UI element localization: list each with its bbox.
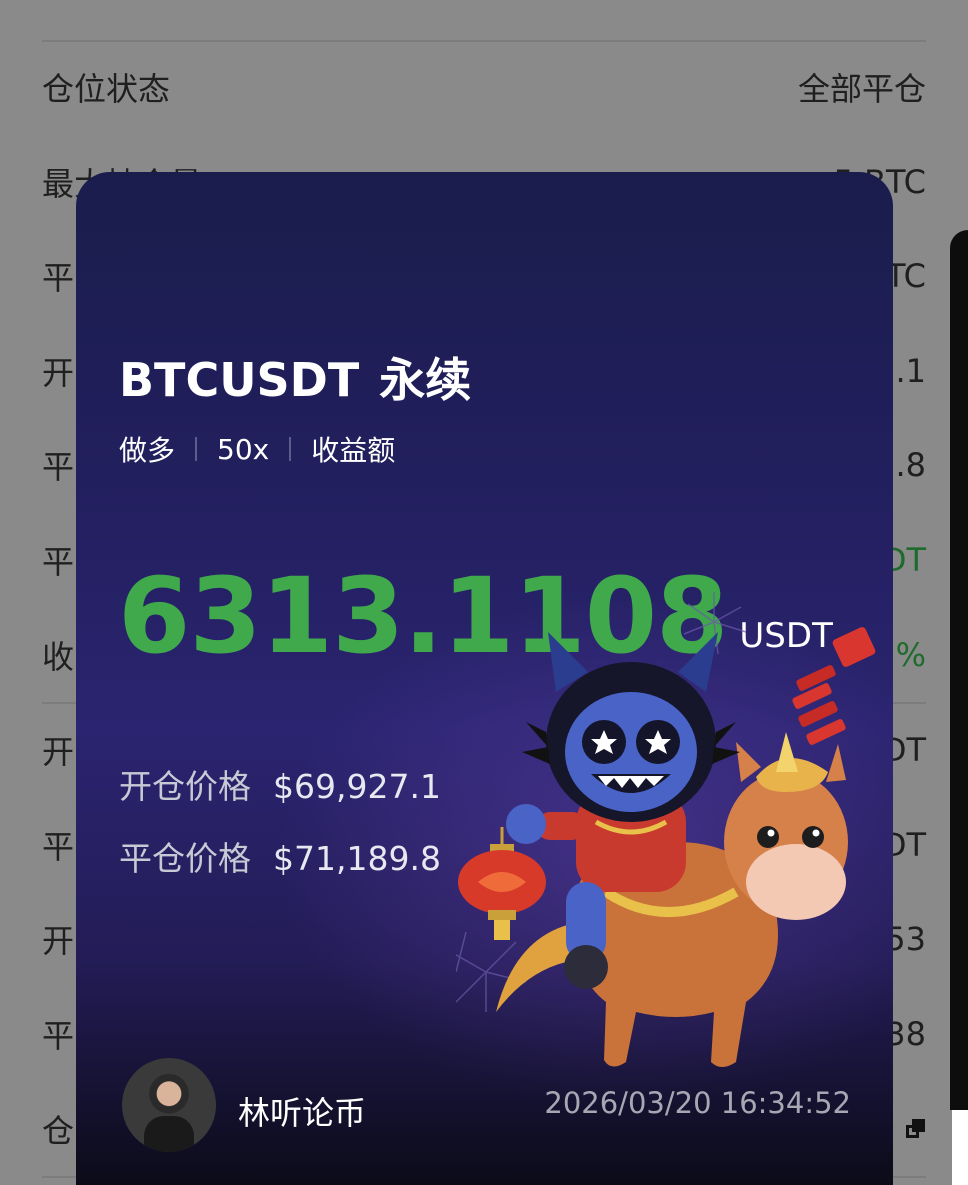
detail-label: 仓位状态 (42, 70, 171, 108)
pnl-share-card: BTCUSDT 永续 做多 50x 收益额 6313.1108 USDT 开仓价格… (76, 172, 893, 1185)
open-price-label: 开仓价格 (119, 767, 251, 806)
detail-value: .8 (895, 446, 926, 484)
close-price-row: 平仓价格 $71,189.8 (119, 832, 441, 880)
tag-separator (195, 437, 198, 461)
pair-symbol: BTCUSDT (119, 353, 360, 407)
detail-label: 平 (42, 259, 75, 297)
author-name: 林听论币 (238, 1094, 367, 1132)
tag-direction: 做多 (119, 434, 176, 467)
copy-icon[interactable] (906, 1119, 926, 1139)
divider (42, 40, 926, 42)
detail-value: % (895, 636, 926, 674)
detail-label: 平 (42, 828, 75, 866)
pair-title: BTCUSDT 永续 (119, 344, 471, 410)
tag-leverage: 50x (217, 432, 270, 466)
open-price-row: 开仓价格 $69,927.1 (119, 760, 441, 808)
tag-separator (289, 437, 292, 461)
detail-label: 收 (42, 638, 75, 676)
device-edge-highlight (952, 1110, 968, 1185)
contract-type: 永续 (379, 353, 472, 407)
detail-label: 开 (42, 354, 75, 392)
open-price-value: $69,927.1 (273, 767, 441, 806)
detail-value: 全部平仓 (797, 70, 926, 108)
lantern-icon (458, 827, 546, 940)
detail-label: 仓 (42, 1112, 75, 1150)
detail-label: 平 (42, 448, 75, 486)
tag-metric: 收益额 (311, 434, 396, 467)
detail-label: 平 (42, 543, 75, 581)
firecracker-icon (792, 627, 876, 745)
device-edge (950, 230, 968, 1110)
detail-label: 开 (42, 922, 75, 960)
avatar (122, 1058, 216, 1152)
detail-label: 平 (42, 1017, 75, 1055)
detail-row-position-status: 仓位状态 全部平仓 (42, 57, 926, 117)
page: 仓位状态 全部平仓 最大持仓量 5 BTC 平 TC 开 7.1 平 .8 平 … (0, 0, 968, 1185)
close-price-value: $71,189.8 (273, 839, 441, 878)
close-price-label: 平仓价格 (119, 839, 251, 878)
mascot-illustration (456, 592, 876, 1067)
timestamp: 2026/03/20 16:34:52 (544, 1086, 851, 1120)
detail-label: 开 (42, 733, 75, 771)
position-tags: 做多 50x 收益额 (119, 429, 395, 469)
